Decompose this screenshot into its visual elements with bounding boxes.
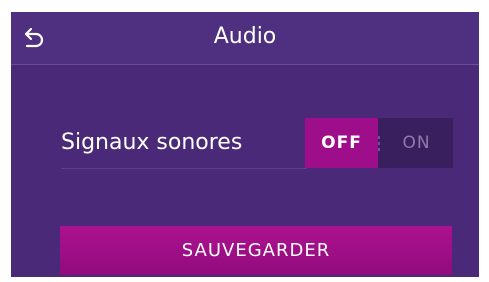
save-button[interactable]: SAUVEGARDER [60, 226, 452, 275]
header-bar: Audio [11, 12, 479, 65]
audio-settings-screen: Audio Signaux sonores OFF ON SAUVEGARDER [11, 12, 479, 277]
page-title: Audio [213, 24, 277, 49]
toggle-on-option[interactable]: ON [380, 118, 453, 168]
sound-signals-label: Signaux sonores [61, 130, 243, 155]
row-divider [61, 168, 307, 169]
sound-signals-row: Signaux sonores OFF ON [11, 118, 479, 169]
sound-signals-toggle[interactable]: OFF ON [305, 118, 453, 168]
toggle-off-option[interactable]: OFF [305, 118, 378, 168]
